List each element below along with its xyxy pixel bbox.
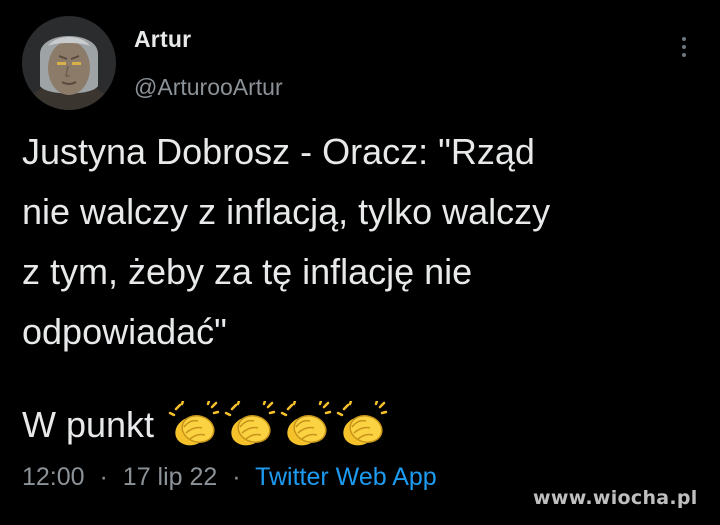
avatar[interactable] — [22, 16, 116, 110]
meta-separator: · — [99, 463, 108, 491]
tweet-time[interactable]: 12:00 — [22, 463, 85, 491]
tweet-text: Justyna Dobrosz - Oracz: "Rząd nie walcz… — [22, 131, 551, 352]
tweet-closing-line: W punkt — [22, 395, 392, 455]
watermark: www.wiocha.pl — [533, 487, 698, 509]
clapping-hands-icon — [336, 401, 388, 446]
clapping-hands-icon — [168, 401, 220, 446]
more-options-button[interactable] — [672, 32, 696, 62]
tweet-meta: 12:00 · 17 lip 22 · Twitter Web App — [22, 463, 437, 492]
more-vertical-icon — [682, 37, 686, 57]
tweet-card: Artur @ArturooArtur Justyna Dobrosz - Or… — [0, 0, 720, 525]
clapping-hands-icon — [224, 401, 276, 446]
clapping-hands-icon — [280, 401, 332, 446]
meta-separator: · — [232, 463, 241, 491]
author-handle[interactable]: @ArturooArtur — [134, 74, 283, 101]
tweet-source-link[interactable]: Twitter Web App — [255, 463, 437, 491]
tweet-closing-text: W punkt — [22, 404, 155, 445]
emoji-row — [168, 401, 392, 449]
tweet-date[interactable]: 17 lip 22 — [123, 463, 218, 491]
author-name[interactable]: Artur — [134, 26, 191, 53]
avatar-portrait-image — [22, 16, 116, 110]
